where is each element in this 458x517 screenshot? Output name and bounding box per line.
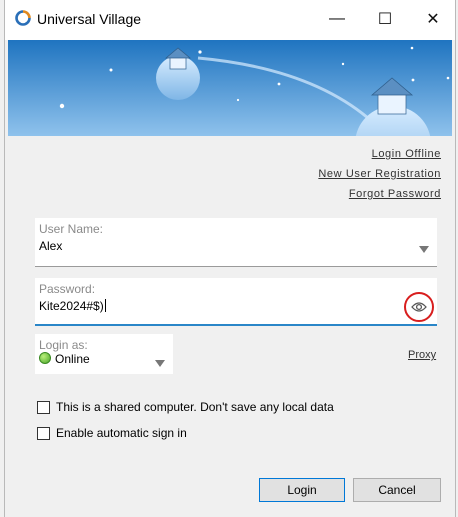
proxy-link[interactable]: Proxy [408, 349, 436, 361]
username-value[interactable]: Alex [39, 239, 62, 253]
username-label: User Name: [39, 222, 104, 236]
auto-signin-option[interactable]: Enable automatic sign in [37, 426, 187, 440]
maximize-icon: ☐ [377, 11, 393, 28]
username-dropdown-icon[interactable] [419, 246, 429, 253]
login-button[interactable]: Login [259, 478, 345, 502]
cancel-button[interactable]: Cancel [353, 478, 441, 502]
minimize-button[interactable]: — [317, 4, 357, 34]
auto-signin-checkbox[interactable] [37, 426, 50, 440]
chevron-down-icon[interactable] [155, 360, 165, 367]
new-user-registration-link[interactable]: New User Registration [318, 164, 441, 184]
eye-icon [411, 302, 427, 312]
password-field[interactable]: Password: Kite2024#$) [35, 278, 437, 326]
text-cursor [104, 299, 106, 312]
login-as-label: Login as: [39, 338, 88, 352]
maximize-button[interactable]: ☐ [365, 4, 405, 34]
username-field[interactable]: User Name: Alex [35, 218, 437, 267]
login-as-status-text: Online [55, 352, 90, 366]
password-input[interactable]: Kite2024#$) [39, 299, 106, 313]
shared-computer-option[interactable]: This is a shared computer. Don't save an… [37, 400, 334, 414]
online-status-icon [39, 352, 51, 364]
title-bar: Universal Village — ☐ ✕ [5, 0, 455, 40]
close-button[interactable]: ✕ [413, 4, 453, 34]
header-banner [8, 40, 452, 136]
password-label: Password: [39, 282, 96, 296]
window-title: Universal Village [37, 11, 142, 27]
login-as-value: Online [39, 352, 90, 366]
forgot-password-link[interactable]: Forgot Password [318, 184, 441, 204]
login-offline-link[interactable]: Login Offline [318, 144, 441, 164]
shared-computer-label: This is a shared computer. Don't save an… [56, 400, 334, 414]
auto-signin-label: Enable automatic sign in [56, 426, 187, 440]
password-value: Kite2024#$) [39, 299, 104, 313]
shared-computer-checkbox[interactable] [37, 400, 50, 414]
close-icon: ✕ [426, 11, 440, 28]
login-window: Universal Village — ☐ ✕ Login Offline Ne… [4, 0, 456, 517]
app-logo-icon [15, 10, 31, 26]
login-as-dropdown[interactable]: Login as: Online [35, 334, 173, 374]
minimize-icon: — [329, 10, 345, 27]
show-password-button[interactable] [404, 292, 434, 322]
account-links: Login Offline New User Registration Forg… [318, 144, 441, 204]
